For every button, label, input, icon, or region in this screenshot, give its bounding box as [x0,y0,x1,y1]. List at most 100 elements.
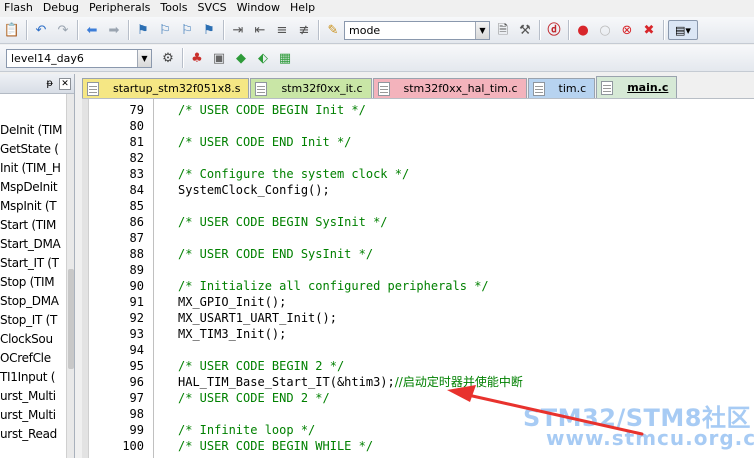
code-line[interactable]: 82 [82,150,754,166]
code-line[interactable]: 94 [82,342,754,358]
menu-item-help[interactable]: Help [285,0,320,16]
window-layout-icon[interactable]: ▤▾ [668,20,698,40]
panel-scrollbar[interactable] [66,94,74,458]
navigate-forward-icon[interactable]: ➡ [104,20,124,40]
navigate-back-icon[interactable]: ⬅ [82,20,102,40]
tab-main-c[interactable]: main.c [596,76,678,98]
indent-icon[interactable]: ⇥ [228,20,248,40]
chevron-down-icon[interactable]: ▼ [475,21,489,39]
undo-icon[interactable]: ↶ [31,20,51,40]
menu-item-window[interactable]: Window [232,0,285,16]
chevron-down-icon[interactable]: ▼ [137,49,151,67]
select-packs-icon[interactable]: ⬖ [253,48,273,68]
target-combo[interactable]: level14_day6 ▼ [6,48,152,68]
function-list-item[interactable]: Stop (TIM [0,273,68,292]
target-options-icon[interactable]: ⚙ [158,48,178,68]
code-line[interactable]: 79 /* USER CODE BEGIN Init */ [82,102,754,118]
code-line[interactable]: 93 MX_TIM3_Init(); [82,326,754,342]
function-list-item[interactable]: GetState ( [0,140,68,159]
next-bookmark-icon[interactable]: ⚐ [177,20,197,40]
code-line[interactable]: 85 [82,198,754,214]
code-line[interactable]: 83 /* Configure the system clock */ [82,166,754,182]
clear-bookmarks-icon[interactable]: ⚑ [199,20,219,40]
close-icon[interactable]: ✕ [59,77,71,90]
code-line[interactable]: 84 SystemClock_Config(); [82,182,754,198]
code-line[interactable]: 95 /* USER CODE BEGIN 2 */ [82,358,754,374]
function-list-item[interactable]: Init (TIM_H [0,159,68,178]
function-list-item[interactable]: MspInit (T [0,197,68,216]
code-text: /* USER CODE END SysInit */ [178,247,374,261]
pin-icon[interactable]: ᵽ [46,78,53,89]
code-line[interactable]: 80 [82,118,754,134]
function-list-item[interactable]: ClockSou [0,330,68,349]
unindent-icon[interactable]: ⇤ [250,20,270,40]
kill-all-breakpoints-icon[interactable]: ✖ [639,20,659,40]
file-extensions-icon[interactable]: ▣ [209,48,229,68]
insert-breakpoint-icon[interactable]: ● [573,20,593,40]
line-number: 93 [129,327,144,341]
uncomment-icon[interactable]: ≢ [294,20,314,40]
function-list-item[interactable]: DeInit (TIM [0,121,68,140]
function-list-item[interactable]: urst_Multi [0,387,68,406]
function-list-item[interactable]: OCrefCle [0,349,68,368]
function-list-item[interactable]: urst_Multi [0,406,68,425]
line-number: 79 [129,103,144,117]
menu-item-svcs[interactable]: SVCS [192,0,231,16]
line-number: 82 [129,151,144,165]
function-list-item[interactable]: Stop_DMA [0,292,68,311]
code-line[interactable]: 91 MX_GPIO_Init(); [82,294,754,310]
comment-icon[interactable]: ≡ [272,20,292,40]
find-combo[interactable]: mode ▼ [344,20,490,40]
redo-icon[interactable]: ↷ [53,20,73,40]
code-statement: HAL_TIM_Base_Start_IT(&htim3);//启动定时器并使能… [178,374,523,390]
inline-comment: //启动定时器并使能中断 [394,375,523,389]
enable-breakpoint-icon[interactable]: ○ [595,20,615,40]
line-number: 80 [129,119,144,133]
tab-stm32f0xx-it-c[interactable]: stm32f0xx_it.c [250,78,372,98]
function-list-item[interactable]: Start_DMA [0,235,68,254]
tab-label: tim.c [558,82,587,95]
function-list-item[interactable]: TI1Input ( [0,368,68,387]
previous-bookmark-icon[interactable]: ⚐ [155,20,175,40]
menu-item-flash[interactable]: Flash [0,0,38,16]
insert-bookmark-icon[interactable]: ⚑ [133,20,153,40]
find-icon[interactable]: 🗎 [493,20,513,40]
code-line[interactable]: 86 /* USER CODE BEGIN SysInit */ [82,214,754,230]
disable-all-breakpoints-icon[interactable]: ⊗ [617,20,637,40]
manage-components-icon[interactable]: ◆ [231,48,251,68]
line-number: 97 [129,391,144,405]
line-number: 85 [129,199,144,213]
function-list-item[interactable]: Start (TIM [0,216,68,235]
paste-icon[interactable]: 📋 [2,20,22,40]
function-list-item[interactable]: Stop_IT (T [0,311,68,330]
function-list-item[interactable]: MspDeInit [0,178,68,197]
functions-panel: ᵽ ✕ DeInit (TIM GetState (Init (TIM_H MspD… [0,74,75,458]
find-in-files-icon[interactable]: ✎ [323,20,343,40]
code-line[interactable]: 89 [82,262,754,278]
function-list-item[interactable]: urst_Read [0,425,68,444]
code-line[interactable]: 96 HAL_TIM_Base_Start_IT(&htim3);//启动定时器并… [82,374,754,390]
incremental-find-icon[interactable]: ⚒ [515,20,535,40]
code-line[interactable]: 88 /* USER CODE END SysInit */ [82,246,754,262]
code-text: /* USER CODE END 2 */ [178,391,330,405]
code-line[interactable]: 92 MX_USART1_UART_Init(); [82,310,754,326]
pack-installer-icon[interactable]: ▦ [275,48,295,68]
code-line[interactable]: 90 /* Initialize all configured periphera… [82,278,754,294]
build-toolbar: level14_day6 ▼ ⚙ ♣ ▣ ◆ ⬖ ▦ [0,45,754,72]
tab-startup-stm32f051x8-s[interactable]: startup_stm32f051x8.s [82,78,250,98]
tab-stm32f0xx-hal-tim-c[interactable]: stm32f0xx_hal_tim.c [372,78,527,98]
debug-session-icon[interactable]: ⓓ [544,20,564,40]
scrollbar-thumb[interactable] [68,269,74,369]
menu-item-peripherals[interactable]: Peripherals [84,0,155,16]
menu-item-tools[interactable]: Tools [155,0,192,16]
code-line[interactable]: 87 [82,230,754,246]
tab-tim-c[interactable]: tim.c [527,78,596,98]
manage-project-items-icon[interactable]: ♣ [187,48,207,68]
code-line[interactable]: 81 /* USER CODE END Init */ [82,134,754,150]
function-list-item[interactable]: Start_IT (T [0,254,68,273]
line-number: 100 [122,439,144,453]
line-number: 88 [129,247,144,261]
menu-item-debug[interactable]: Debug [38,0,84,16]
line-number: 86 [129,215,144,229]
line-number: 90 [129,279,144,293]
